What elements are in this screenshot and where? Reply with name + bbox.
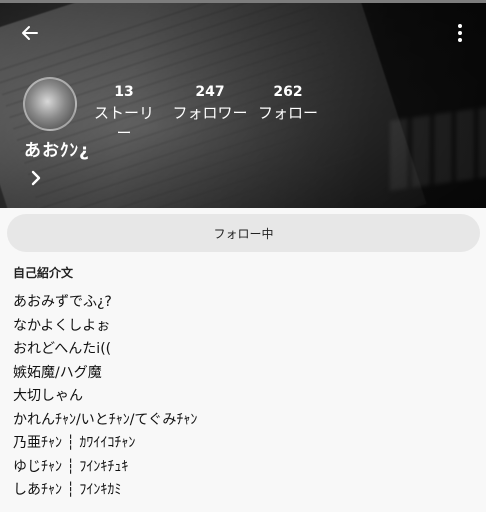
bio-line: ゆじﾁｬﾝ ┆ ﾌｲﾝｷﾁｭｷ <box>13 458 129 475</box>
more-vertical-icon <box>458 24 462 42</box>
arrow-left-icon <box>22 26 38 40</box>
bio-text: あおみずでふ¿? なかよくしよぉ おれどへんたi(( 嫉妬魔/ハグ魔 大切しゃん… <box>13 291 197 503</box>
expand-profile-button[interactable] <box>27 167 45 189</box>
bio-line: 大切しゃん <box>13 388 83 404</box>
followers-count: 247 <box>195 84 225 100</box>
more-options-button[interactable] <box>448 21 472 45</box>
stat-followers[interactable]: 247 フォロワー <box>172 83 248 123</box>
following-count: 262 <box>273 84 303 100</box>
bio-line: かれんﾁｬﾝ/いとﾁｬﾝ/てぐみﾁｬﾝ <box>13 411 198 428</box>
following-button[interactable]: フォロー中 <box>7 214 480 252</box>
stat-following[interactable]: 262 フォロー <box>257 83 319 123</box>
chevron-right-icon <box>31 170 41 186</box>
profile-header: 13 ストーリー 247 フォロワー 262 フォロー あおｸﾝ¿ <box>0 3 486 208</box>
bio-line: なかよくしよぉ <box>13 317 111 334</box>
followers-label: フォロワー <box>172 104 248 122</box>
bio-line: おれどへんたi(( <box>13 341 112 357</box>
back-button[interactable] <box>18 21 42 45</box>
bio-line: あおみずでふ¿? <box>13 294 112 310</box>
profile-username: あおｸﾝ¿ <box>24 141 90 161</box>
bio-title: 自己紹介文 <box>13 266 74 280</box>
stories-count: 13 <box>114 84 134 100</box>
stat-stories[interactable]: 13 ストーリー <box>88 83 160 143</box>
stories-label: ストーリー <box>93 104 154 142</box>
following-label: フォロー <box>257 104 318 122</box>
avatar[interactable] <box>23 77 77 131</box>
bio-line: しあﾁｬﾝ ┆ ﾌｲﾝｷｶﾐ <box>13 482 122 498</box>
bio-line: 嫉妬魔/ハグ魔 <box>13 364 102 381</box>
bio-line: 乃亜ﾁｬﾝ ┆ ｶﾜｲｲｺﾁｬﾝ <box>13 435 136 451</box>
